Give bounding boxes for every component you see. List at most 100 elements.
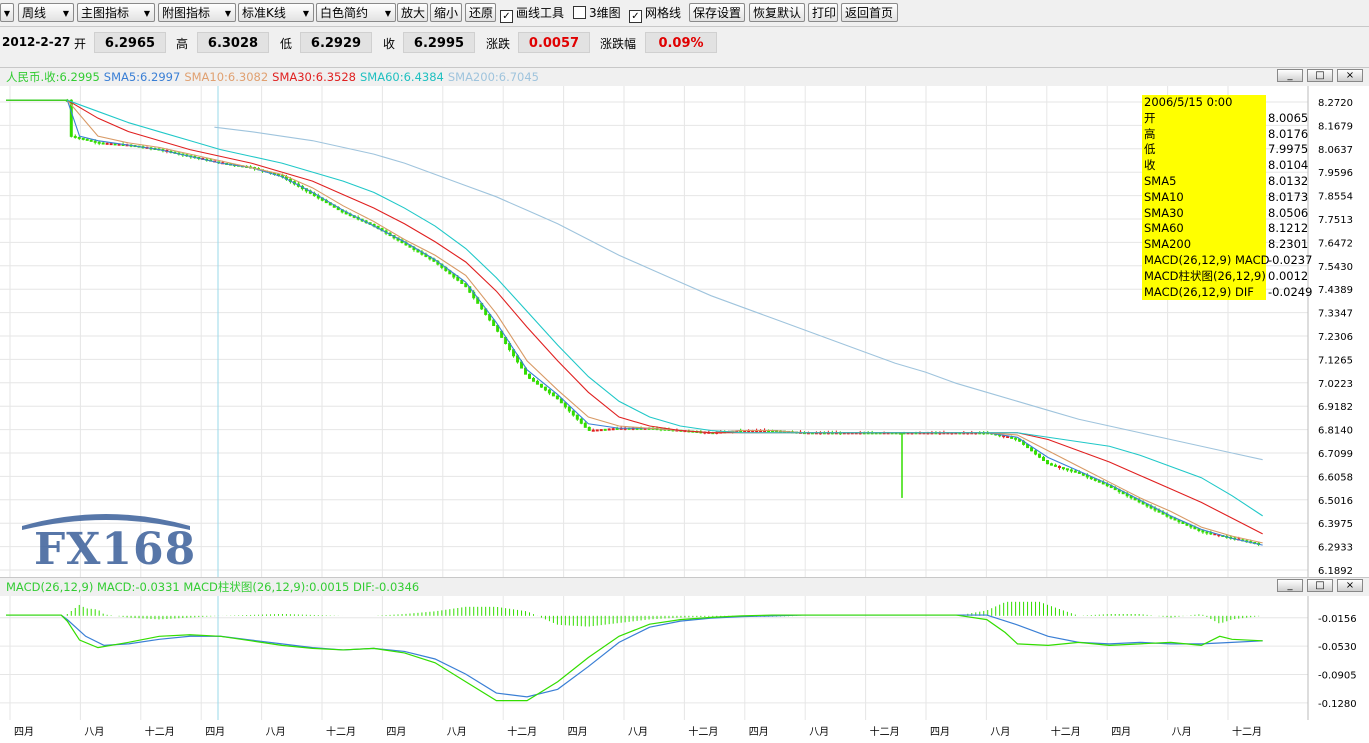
tooltip-row: SMA200 8.2301 <box>1144 237 1308 253</box>
maximize-button[interactable]: □ <box>1307 69 1333 82</box>
x-tick-label: 十二月 <box>507 727 538 738</box>
tooltip-label: MACD(26,12,9) MACD <box>1144 252 1270 267</box>
kline-type-label: 标准K线 <box>242 6 286 20</box>
tooltip-label: MACD柱状图(26,12,9) <box>1144 268 1266 283</box>
y-tick-label: 6.1892 <box>1318 566 1353 577</box>
tooltip-row: SMA10 8.0173 <box>1144 190 1308 206</box>
y-tick-label: 7.2306 <box>1318 332 1353 343</box>
legend-entry: 人民币.收:6.2995 <box>6 70 100 84</box>
reset-default-button[interactable]: 恢复默认 <box>749 3 805 22</box>
y-tick-label: 7.9596 <box>1318 168 1353 179</box>
x-tick-label: 八月 <box>990 727 1011 738</box>
candle-body <box>77 136 81 139</box>
y-tick-label: 8.1679 <box>1318 121 1353 132</box>
close-button[interactable]: × <box>1337 69 1363 82</box>
tooltip-label: SMA5 <box>1144 173 1177 188</box>
y-tick-label: 6.3975 <box>1318 519 1353 530</box>
three-d-checkbox[interactable]: 3维图 <box>573 4 621 22</box>
restore-button[interactable]: 还原 <box>465 3 496 22</box>
x-tick-label: 八月 <box>265 727 286 738</box>
candle-body <box>551 392 555 397</box>
kline-type-dropdown[interactable]: 标准K线 ▼ <box>238 3 314 22</box>
candle-body <box>1042 456 1046 461</box>
chevron-down-icon: ▼ <box>384 9 391 18</box>
candle-body <box>1069 469 1073 472</box>
tooltip-label: 高 <box>1144 126 1156 141</box>
quote-date: 2012-2-27 <box>2 35 71 49</box>
tooltip-label: SMA60 <box>1144 221 1184 236</box>
candle-body <box>89 139 93 142</box>
tooltip-row: 高 8.0176 <box>1144 126 1308 143</box>
candle-body <box>1038 453 1042 458</box>
tooltip-value: 8.0176 <box>1268 126 1309 141</box>
close-value: 6.2995 <box>403 32 475 53</box>
candle-body <box>97 141 101 144</box>
chevron-down-icon: ▼ <box>224 9 231 18</box>
tooltip-row: MACD(26,12,9) MACD -0.0237 <box>1144 252 1312 269</box>
x-tick-label: 四月 <box>1111 727 1132 738</box>
grid-checkbox[interactable]: ✓ 网格线 <box>629 4 681 23</box>
series-line-dif <box>6 614 1263 702</box>
y-tick-label: 8.2720 <box>1318 98 1353 109</box>
y-tick-label: 6.9182 <box>1318 402 1353 413</box>
candle-body <box>607 428 611 431</box>
tooltip-value: 0.0012 <box>1268 268 1309 283</box>
draw-tools-checkbox[interactable]: ✓ 画线工具 <box>500 4 564 23</box>
maximize-button[interactable]: □ <box>1307 579 1333 592</box>
x-tick-label: 四月 <box>567 727 588 738</box>
zoom-out-button[interactable]: 缩小 <box>430 3 462 22</box>
tooltip-row: 开 8.0065 <box>1144 111 1308 127</box>
minimize-button[interactable]: _ <box>1277 69 1303 82</box>
zoom-in-button[interactable]: 放大 <box>397 3 428 22</box>
candle-body <box>1073 470 1077 473</box>
sub-indicator-dropdown[interactable]: 附图指标 ▼ <box>158 3 236 22</box>
candle-body <box>1053 464 1057 467</box>
maximize-icon: □ <box>1315 70 1325 81</box>
y-tick-label: 7.4389 <box>1318 285 1353 296</box>
main-legend: 人民币.收:6.2995 SMA5:6.2997 SMA10:6.3082 SMA30… <box>6 69 543 85</box>
y-tick-label: -0.0905 <box>1318 671 1357 682</box>
candle-body <box>1034 450 1038 455</box>
legend-entry: SMA10:6.3082 <box>184 70 269 84</box>
series-line-sma60 <box>6 99 1263 517</box>
candle-body <box>101 142 105 145</box>
macd-chart-svg[interactable]: -0.0156 -0.0530 -0.0905 -0.1280 <box>0 596 1369 720</box>
y-tick-label: -0.1280 <box>1318 699 1357 710</box>
x-tick-label: 四月 <box>205 727 226 738</box>
y-tick-label: 6.5016 <box>1318 496 1353 507</box>
print-button[interactable]: 打印 <box>808 3 838 22</box>
candle-body <box>1045 460 1049 465</box>
data-tooltip: 2006/5/15 0:00 开 8.0065 高 8.0176 低 7.9975 收 8.01… <box>1142 95 1312 301</box>
close-button[interactable]: × <box>1337 579 1363 592</box>
x-tick-label: 十二月 <box>1232 727 1262 738</box>
period-dropdown-arrow[interactable]: ▼ <box>0 3 14 22</box>
candle-body <box>1061 467 1065 470</box>
minimize-icon: _ <box>1287 580 1293 591</box>
minimize-button[interactable]: _ <box>1277 579 1303 592</box>
low-value: 6.2929 <box>300 32 372 53</box>
period-dropdown[interactable]: 周线 ▼ <box>18 3 74 22</box>
main-indicator-dropdown[interactable]: 主图指标 ▼ <box>77 3 155 22</box>
pct-value: 0.09% <box>645 32 717 53</box>
main-indicator-label: 主图指标 <box>81 6 130 20</box>
save-settings-button[interactable]: 保存设置 <box>689 3 745 22</box>
candle-body <box>109 143 113 146</box>
tooltip-row: 2006/5/15 0:00 <box>1144 95 1266 111</box>
logo-text: FX168 <box>34 524 197 575</box>
series-line-sma200 <box>214 126 1263 461</box>
macd-chart[interactable]: -0.0156 -0.0530 -0.0905 -0.1280 <box>0 596 1369 720</box>
tooltip-label: 收 <box>1144 158 1156 173</box>
x-tick-label: 十二月 <box>1050 727 1081 738</box>
x-tick-label: 四月 <box>386 727 407 738</box>
checkbox-checked-icon: ✓ <box>629 10 642 23</box>
candle-body <box>571 410 575 416</box>
home-button[interactable]: 返回首页 <box>841 3 898 22</box>
main-panel-header: 人民币.收:6.2995 SMA5:6.2997 SMA10:6.3082 SMA30… <box>0 67 1369 85</box>
x-tick-label: 十二月 <box>326 727 356 738</box>
tooltip-row: SMA60 8.1212 <box>1144 221 1308 237</box>
checkbox-unchecked-icon <box>573 6 586 19</box>
y-tick-label: -0.0156 <box>1318 614 1357 625</box>
legend-entry: SMA200:6.7045 <box>447 70 539 84</box>
candle-body <box>543 386 547 391</box>
theme-dropdown[interactable]: 白色简约 ▼ <box>316 3 396 22</box>
